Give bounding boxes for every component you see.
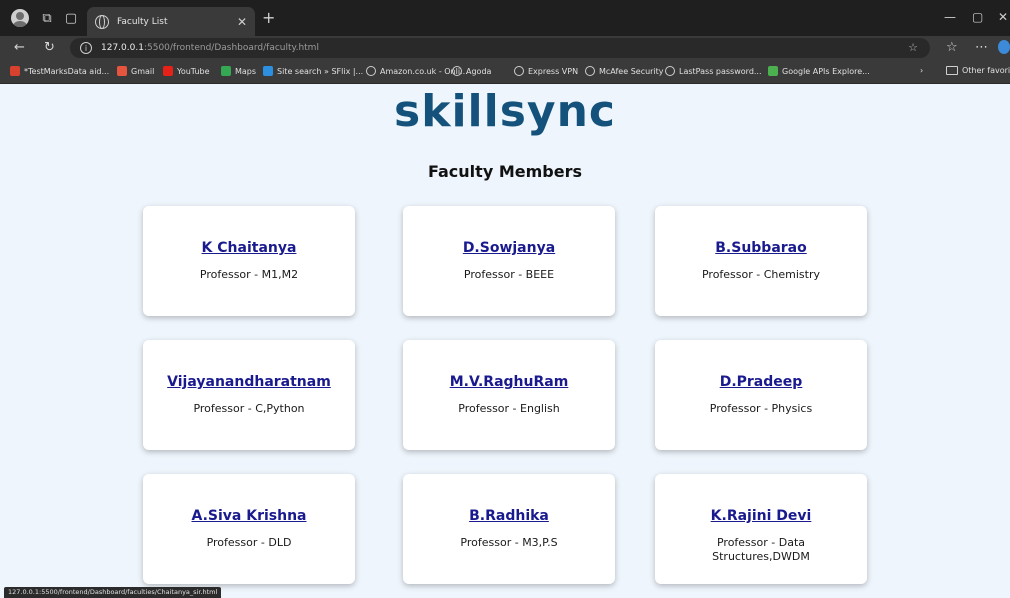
- more-options-icon[interactable]: ⋯: [975, 40, 988, 55]
- bookmark-icon: [263, 66, 273, 76]
- faculty-name-link[interactable]: D.Sowjanya: [403, 240, 615, 256]
- close-window-button[interactable]: ✕: [998, 10, 1008, 24]
- bookmark-icon: [163, 66, 173, 76]
- bookmark-label: Gmail: [131, 66, 155, 76]
- faculty-card: A.Siva Krishna Professor - DLD: [143, 474, 355, 584]
- faculty-name-link[interactable]: Vijayanandharatnam: [143, 374, 355, 390]
- bookmark-label: YouTube: [177, 66, 210, 76]
- skillsync-logo: skillsync: [394, 86, 616, 137]
- bookmark-label: Site search » SFlix |...: [277, 66, 364, 76]
- address-bar[interactable]: i 127.0.0.1 :5500/frontend/Dashboard/fac…: [70, 38, 930, 58]
- faculty-name-link[interactable]: B.Subbarao: [655, 240, 867, 256]
- globe-icon: [95, 14, 109, 29]
- workspaces-icon[interactable]: ⧉: [38, 9, 56, 27]
- star-icon[interactable]: ☆: [908, 41, 918, 54]
- faculty-card: M.V.RaghuRam Professor - English: [403, 340, 615, 450]
- bookmark-label: Agoda: [466, 66, 492, 76]
- folder-icon: [946, 66, 958, 75]
- globe-icon: [514, 66, 524, 76]
- address-toolbar: ← ↻ i 127.0.0.1 :5500/frontend/Dashboard…: [0, 36, 1010, 60]
- faculty-role: Professor - Data Structures,DWDM: [712, 536, 810, 563]
- bookmark-other-favorites[interactable]: Other favorite: [946, 66, 1010, 75]
- copilot-icon[interactable]: [998, 40, 1010, 54]
- faculty-role: Professor - C,Python: [193, 402, 305, 415]
- faculty-card: B.Radhika Professor - M3,P.S: [403, 474, 615, 584]
- favorites-icon[interactable]: ☆: [946, 40, 958, 55]
- bookmark-icon: [768, 66, 778, 76]
- faculty-card: K Chaitanya Professor - M1,M2: [143, 206, 355, 316]
- bookmark-item[interactable]: LastPass password...: [665, 66, 762, 76]
- bookmark-item[interactable]: *TestMarksData aid...: [10, 66, 109, 76]
- page-title: Faculty Members: [428, 162, 582, 181]
- bookmark-item[interactable]: Google APIs Explore...: [768, 66, 870, 76]
- status-bar-url: 127.0.0.1:5500/frontend/Dashboard/facult…: [4, 587, 222, 598]
- profile-avatar[interactable]: [11, 9, 29, 27]
- faculty-card: Vijayanandharatnam Professor - C,Python: [143, 340, 355, 450]
- faculty-card: D.Sowjanya Professor - BEEE: [403, 206, 615, 316]
- bookmark-item[interactable]: Site search » SFlix |...: [263, 66, 363, 76]
- maximize-button[interactable]: ▢: [972, 10, 983, 24]
- bookmarks-bar: › Other favorite *TestMarksData aid... Gm…: [0, 60, 1010, 84]
- faculty-card: B.Subbarao Professor - Chemistry: [655, 206, 867, 316]
- faculty-role: Professor - Chemistry: [701, 268, 821, 281]
- tab-faculty-list[interactable]: Faculty List ✕: [87, 7, 255, 36]
- faculty-name-link[interactable]: A.Siva Krishna: [143, 508, 355, 524]
- faculty-role: Professor - English: [458, 402, 560, 415]
- faculty-name-link[interactable]: B.Radhika: [403, 508, 615, 524]
- bookmark-icon: [117, 66, 127, 76]
- page-content: skillsync Faculty Members K Chaitanya Pro…: [0, 84, 1010, 598]
- bookmark-item[interactable]: McAfee Security: [585, 66, 664, 76]
- bookmark-item[interactable]: Maps: [221, 66, 256, 76]
- browser-title-bar: ⧉ ▢ Faculty List ✕ + — ▢ ✕: [0, 0, 1010, 36]
- faculty-role: Professor - BEEE: [463, 268, 555, 281]
- bookmark-item[interactable]: Gmail: [117, 66, 154, 76]
- back-arrow-icon[interactable]: ←: [14, 40, 25, 55]
- faculty-role: Professor - Physics: [709, 402, 813, 415]
- bookmark-item[interactable]: YouTube: [163, 66, 210, 76]
- bookmark-icon: [10, 66, 20, 76]
- faculty-role: Professor - M3,P.S: [460, 536, 558, 549]
- globe-icon: [585, 66, 595, 76]
- bookmark-label: *TestMarksData aid...: [24, 66, 110, 76]
- url-path: :5500/frontend/Dashboard/faculty.html: [143, 43, 319, 53]
- bookmark-item[interactable]: Agoda: [452, 66, 491, 76]
- faculty-name-link[interactable]: K.Rajini Devi: [655, 508, 867, 524]
- globe-icon: [452, 66, 462, 76]
- refresh-icon[interactable]: ↻: [44, 40, 55, 55]
- faculty-name-link[interactable]: M.V.RaghuRam: [403, 374, 615, 390]
- faculty-role: Professor - DLD: [206, 536, 292, 549]
- bookmark-icon: [221, 66, 231, 76]
- info-icon[interactable]: i: [80, 42, 92, 54]
- bookmark-label: Other favorite: [962, 66, 1010, 75]
- globe-icon: [665, 66, 675, 76]
- faculty-card: D.Pradeep Professor - Physics: [655, 340, 867, 450]
- faculty-card: K.Rajini Devi Professor - Data Structures…: [655, 474, 867, 584]
- close-icon[interactable]: ✕: [237, 15, 247, 29]
- bookmark-item[interactable]: Express VPN: [514, 66, 578, 76]
- faculty-name-link[interactable]: K Chaitanya: [143, 240, 355, 256]
- url-host: 127.0.0.1: [101, 43, 144, 53]
- globe-icon: [366, 66, 376, 76]
- faculty-name-link[interactable]: D.Pradeep: [655, 374, 867, 390]
- bookmark-label: LastPass password...: [679, 66, 762, 76]
- bookmark-label: Express VPN: [528, 66, 579, 76]
- faculty-role: Professor - M1,M2: [199, 268, 299, 281]
- tab-actions-icon[interactable]: ▢: [62, 9, 80, 27]
- minimize-button[interactable]: —: [944, 10, 956, 24]
- bookmark-label: Google APIs Explore...: [782, 66, 870, 76]
- bookmark-label: Maps: [235, 66, 257, 76]
- new-tab-button[interactable]: +: [262, 10, 275, 26]
- tab-title: Faculty List: [117, 16, 168, 27]
- bookmark-label: McAfee Security: [599, 66, 664, 76]
- chevron-right-icon[interactable]: ›: [920, 66, 923, 75]
